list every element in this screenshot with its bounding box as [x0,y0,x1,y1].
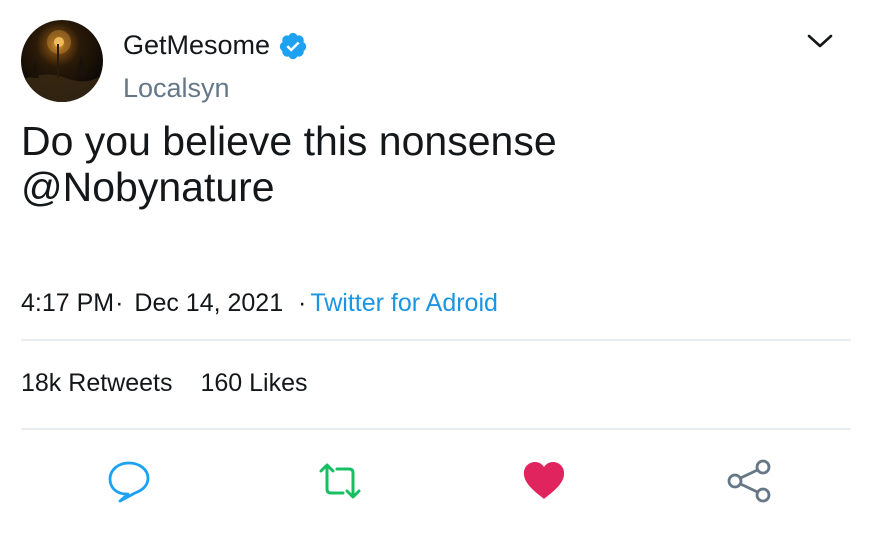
like-button[interactable] [521,458,567,504]
heart-icon [523,462,565,499]
likes-count: 160 [200,369,243,397]
tweet-text: Do you believe this nonsense @Nobynature [21,118,841,210]
retweet-arrows-icon [319,463,361,499]
tweet-stats: 18k Retweets 160 Likes [21,369,308,398]
tweet-time[interactable]: 4:17 PM [21,289,114,317]
retweets-stat[interactable]: 18k Retweets [21,369,172,398]
more-options-chevron-icon[interactable] [806,30,834,52]
tweet-meta: 4:17 PM· Dec 14, 2021 · Twitter for Adroi… [21,289,498,318]
tweet-date[interactable]: Dec 14, 2021 [134,289,283,317]
speech-bubble-icon [108,461,150,503]
share-button[interactable] [726,458,772,504]
verified-badge-icon [278,31,308,61]
meta-dot-separator: · [115,289,124,317]
avatar[interactable] [21,20,103,102]
tweet-mention[interactable]: @Nobynature [21,164,841,210]
retweet-button[interactable] [317,458,363,504]
share-nodes-icon [727,459,771,503]
likes-label: Likes [249,369,308,397]
user-handle[interactable]: Localsyn [123,73,230,104]
tweet-text-line-1: Do you believe this nonsense [21,118,557,164]
display-name-row[interactable]: GetMesome [123,30,308,61]
divider [21,339,851,341]
likes-stat[interactable]: 160 Likes [200,369,307,398]
avatar-night-street-photo [21,30,103,102]
reply-button[interactable] [106,458,152,504]
display-name[interactable]: GetMesome [123,30,270,61]
tweet-source-link[interactable]: Twitter for Adroid [310,289,498,317]
divider [21,428,851,430]
meta-dot-separator: · [291,289,307,317]
retweets-count: 18k [21,369,62,397]
retweets-label: Retweets [68,369,173,397]
